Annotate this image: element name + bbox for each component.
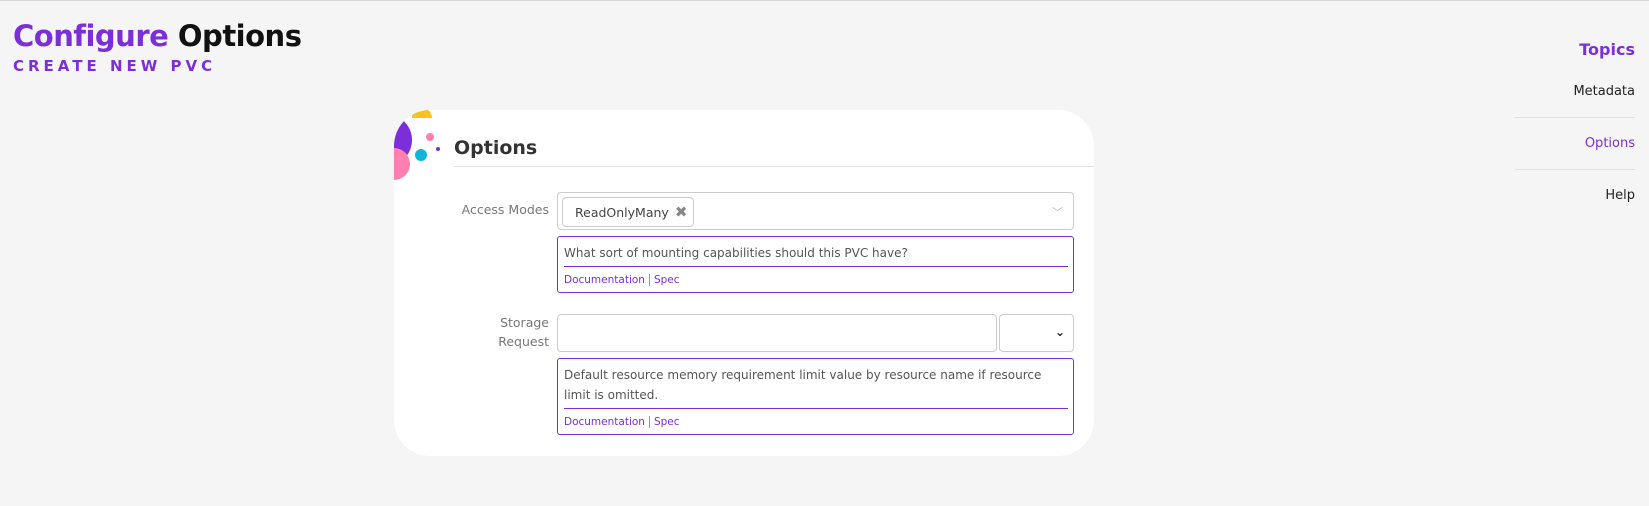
topics-title: Topics <box>1579 40 1635 59</box>
storage-request-input[interactable] <box>557 314 997 352</box>
access-modes-help-text: What sort of mounting capabilities shoul… <box>564 243 1068 267</box>
access-modes-label: Access Modes <box>461 202 549 217</box>
storage-request-field: ⌄ Default resource memory requirement li… <box>557 314 1074 435</box>
documentation-link[interactable]: Documentation <box>564 416 645 428</box>
access-mode-chip: ReadOnlyMany ✖ <box>562 197 695 227</box>
topic-item-metadata[interactable]: Metadata <box>1515 66 1635 118</box>
storage-request-help-text: Default resource memory requirement limi… <box>564 365 1068 409</box>
access-modes-select[interactable]: ReadOnlyMany ✖ ﹀ <box>557 192 1074 230</box>
page-title-accent: Configure <box>13 19 169 53</box>
storage-request-inputs: ⌄ <box>557 314 1074 352</box>
link-divider <box>648 274 650 286</box>
access-mode-chip-label: ReadOnlyMany <box>575 204 669 220</box>
storage-request-help: Default resource memory requirement limi… <box>557 358 1074 435</box>
storage-request-label: Storage Request <box>498 315 549 349</box>
page-title-rest: Options <box>177 19 302 53</box>
access-modes-help: What sort of mounting capabilities shoul… <box>557 236 1074 293</box>
options-card: Options Access Modes ReadOnlyMany ✖ ﹀ Wh… <box>394 110 1094 456</box>
page-header: Configure Options CREATE NEW PVC <box>13 17 302 75</box>
storage-unit-select[interactable]: ⌄ <box>999 314 1074 352</box>
link-divider <box>648 416 650 428</box>
page-title: Configure Options <box>13 17 302 55</box>
topic-item-help[interactable]: Help <box>1515 170 1635 222</box>
documentation-link[interactable]: Documentation <box>564 274 645 286</box>
chevron-down-icon[interactable]: ﹀ <box>1052 204 1063 220</box>
spec-link[interactable]: Spec <box>654 416 680 428</box>
topic-item-options[interactable]: Options <box>1515 118 1635 170</box>
access-modes-field: ReadOnlyMany ✖ ﹀ What sort of mounting c… <box>557 192 1074 293</box>
card-title: Options <box>454 137 1094 167</box>
chevron-down-icon: ⌄ <box>1054 325 1065 339</box>
topics-nav: Topics Metadata Options Help <box>1515 38 1635 222</box>
close-x-icon[interactable]: ✖ <box>675 203 688 221</box>
page-subtitle: CREATE NEW PVC <box>13 57 217 75</box>
spec-link[interactable]: Spec <box>654 274 680 286</box>
access-modes-help-links: Documentation Spec <box>564 273 1068 287</box>
storage-request-help-links: Documentation Spec <box>564 415 1068 429</box>
